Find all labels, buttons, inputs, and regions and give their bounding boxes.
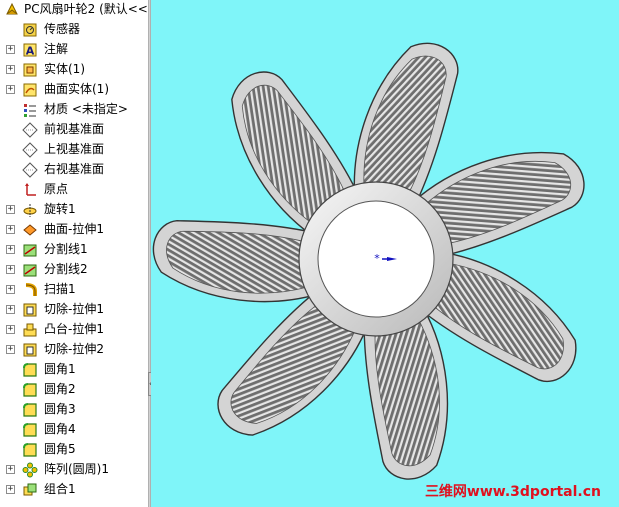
watermark-text: 三维网www.3dportal.cn	[424, 484, 601, 500]
boss-extrude-icon	[23, 323, 37, 337]
tree-item[interactable]: 原点	[0, 180, 148, 199]
expand-icon[interactable]: +	[6, 485, 15, 494]
tree-item-label: 组合1	[44, 482, 76, 496]
origin-icon	[25, 183, 36, 196]
tree-item-label: 圆角2	[44, 382, 76, 396]
tree-item-label: 切除-拉伸2	[44, 342, 104, 356]
tree-item[interactable]: + 曲面-拉伸1	[0, 220, 148, 239]
annotation-icon: A	[23, 43, 37, 58]
tree-item-label: 圆角3	[44, 402, 76, 416]
svg-text:A: A	[26, 45, 35, 58]
tree-item[interactable]: 前视基准面	[0, 120, 148, 139]
fillet-icon	[23, 443, 37, 457]
tree-item[interactable]: 圆角5	[0, 440, 148, 459]
tree-item-label: 阵列(圆周)1	[44, 462, 109, 476]
tree-item[interactable]: 材质 <未指定>	[0, 100, 148, 119]
expand-icon[interactable]: +	[6, 205, 15, 214]
expand-icon[interactable]: +	[6, 65, 15, 74]
fillet-icon	[23, 403, 37, 417]
tree-item-label: 上视基准面	[44, 142, 105, 156]
expand-icon[interactable]: +	[6, 225, 15, 234]
tree-item-label: 分割线2	[44, 262, 88, 276]
feature-manager-tree: PC风扇叶轮2 (默认<< 传感器 + A 注解 + 实体(1) + 曲面实体(1) 材质 <未…	[0, 0, 148, 507]
tree-item-label: 圆角1	[44, 362, 76, 376]
tree-item[interactable]: + 切除-拉伸2	[0, 340, 148, 359]
circular-pattern-icon	[22, 462, 38, 478]
tree-item-label: 凸台-拉伸1	[44, 322, 104, 336]
expand-icon[interactable]: +	[6, 45, 15, 54]
tree-item[interactable]: 传感器	[0, 20, 148, 39]
graphics-viewport[interactable]: * 三维网www.3dportal.cn	[151, 0, 619, 507]
tree-item[interactable]: + 阵列(圆周)1	[0, 460, 148, 479]
expand-icon[interactable]: +	[6, 285, 15, 294]
fan-impeller-model: *	[152, 42, 585, 480]
split-line-icon	[23, 244, 37, 257]
tree-item-label: 材质 <未指定>	[44, 102, 128, 116]
plane-icon	[22, 162, 38, 178]
tree-item[interactable]: + 曲面实体(1)	[0, 80, 148, 99]
tree-item[interactable]: 圆角2	[0, 380, 148, 399]
plane-icon	[22, 142, 38, 158]
tree-item-label: 扫描1	[44, 282, 76, 296]
tree-item[interactable]: + 组合1	[0, 480, 148, 499]
tree-item-label: 实体(1)	[44, 62, 85, 76]
plane-icon	[22, 122, 38, 138]
tree-item-label: 传感器	[44, 22, 81, 36]
tree-item-label: 圆角4	[44, 422, 76, 436]
tree-root-label: PC风扇叶轮2 (默认<<	[24, 2, 148, 16]
tree-item-label: 注解	[44, 42, 69, 56]
tree-item[interactable]: 圆角3	[0, 400, 148, 419]
sweep-icon	[25, 283, 37, 296]
svg-text:*: *	[374, 252, 380, 265]
tree-item[interactable]: + 分割线2	[0, 260, 148, 279]
tree-item-label: 前视基准面	[44, 122, 105, 136]
tree-item-label: 旋转1	[44, 202, 76, 216]
expand-icon[interactable]: +	[6, 245, 15, 254]
part-icon	[6, 2, 18, 15]
surface-extrude-icon	[23, 224, 37, 236]
fillet-icon	[23, 423, 37, 437]
fillet-icon	[23, 383, 37, 397]
cut-extrude-icon	[23, 303, 37, 317]
tree-item[interactable]: 圆角4	[0, 420, 148, 439]
expand-icon[interactable]: +	[6, 85, 15, 94]
tree-item-label: 右视基准面	[44, 162, 105, 176]
tree-item-label: 曲面-拉伸1	[44, 222, 104, 236]
tree-item[interactable]: 右视基准面	[0, 160, 148, 179]
tree-item-label: 分割线1	[44, 242, 88, 256]
expand-icon[interactable]: +	[6, 265, 15, 274]
cut-extrude-icon	[23, 343, 37, 357]
tree-root-item[interactable]: PC风扇叶轮2 (默认<<	[0, 0, 148, 19]
expand-icon[interactable]: +	[6, 345, 15, 354]
tree-item-label: 原点	[44, 182, 69, 196]
revolve-icon	[23, 204, 37, 217]
split-line-icon	[23, 264, 37, 277]
fillet-icon	[23, 363, 37, 377]
expand-icon[interactable]: +	[6, 325, 15, 334]
tree-item-label: 圆角5	[44, 442, 76, 456]
tree-item[interactable]: + 实体(1)	[0, 60, 148, 79]
tree-item[interactable]: + 切除-拉伸1	[0, 300, 148, 319]
combine-icon	[23, 483, 37, 496]
tree-item-label: 曲面实体(1)	[44, 82, 109, 96]
tree-item[interactable]: 圆角1	[0, 360, 148, 379]
tree-item[interactable]: 上视基准面	[0, 140, 148, 159]
tree-item[interactable]: + 扫描1	[0, 280, 148, 299]
tree-item[interactable]: + 分割线1	[0, 240, 148, 259]
surface-bodies-icon	[23, 83, 37, 97]
tree-item[interactable]: + 旋转1	[0, 200, 148, 219]
expand-icon[interactable]: +	[6, 305, 15, 314]
solid-bodies-icon	[23, 63, 37, 77]
expand-icon[interactable]: +	[6, 465, 15, 474]
tree-item[interactable]: + 凸台-拉伸1	[0, 320, 148, 339]
tree-item[interactable]: + A 注解	[0, 40, 148, 59]
material-icon	[24, 104, 36, 117]
sensor-icon	[23, 23, 37, 37]
tree-item-label: 切除-拉伸1	[44, 302, 104, 316]
